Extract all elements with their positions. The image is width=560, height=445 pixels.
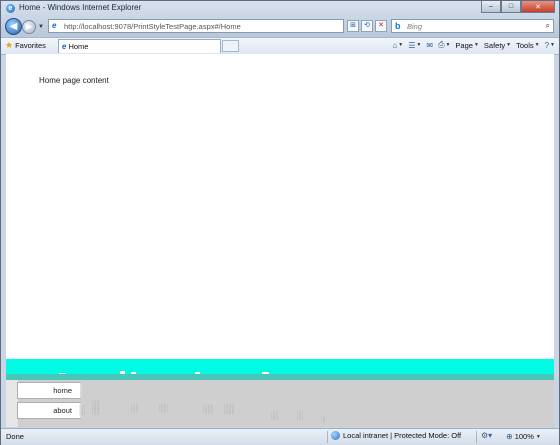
protected-mode-icon[interactable]: ⚙▾ bbox=[481, 431, 492, 440]
help-button[interactable]: ? ▼ bbox=[545, 41, 555, 50]
garbled-text-fragment: ┊┆┊┆┊┆┊ ┆┊┆┊┆┊┆ ┊┆┊┆┊┆┊ bbox=[203, 405, 214, 414]
stop-icon[interactable]: ✕ bbox=[375, 20, 387, 32]
menu-item-home[interactable]: home bbox=[17, 382, 82, 399]
page-content: Home page content home about ┆┊┆┊ ┊┆┊┆ ┆… bbox=[6, 54, 554, 427]
tools-menu[interactable]: Tools ▼ bbox=[516, 41, 539, 50]
refresh-icon[interactable]: ⟲ bbox=[361, 20, 373, 32]
globe-icon bbox=[331, 431, 340, 440]
feeds-button[interactable]: ☰ ▼ bbox=[408, 41, 421, 50]
menu-item-about[interactable]: about bbox=[17, 402, 82, 419]
zoom-level: 100% bbox=[514, 432, 534, 441]
status-bar: Done Local intranet | Protected Mode: Of… bbox=[1, 428, 559, 445]
zoom-icon: ⊕ bbox=[506, 432, 513, 441]
zoom-control[interactable]: ⊕ 100% ▼ bbox=[506, 432, 541, 441]
garbled-text-fragment: ┆┆┊┆┆ ┊┊┆┊┊ ┆┆┊┆┆ ┊┊┆┊┊ ┆┆┊┆┆ bbox=[92, 401, 100, 416]
back-button[interactable]: ◀ bbox=[5, 18, 22, 35]
garbled-text-fragment: ┆┊┆┊┆┊ ┊┆┊┆┊┆ ┆┊┆┊┆┊ bbox=[159, 404, 169, 413]
ie-page-icon: e bbox=[52, 21, 57, 30]
window-controls: – □ ✕ bbox=[481, 1, 555, 13]
garbled-text-fragment: ┆┊┆┊ ┊┆┊┆ ┆┊┆┊ ┊┆┊┆ bbox=[79, 405, 86, 417]
browser-window: e Home - Windows Internet Explorer – □ ✕… bbox=[0, 0, 560, 445]
print-button[interactable]: ⎙ ▼ bbox=[438, 40, 450, 50]
address-buttons: ⊞ ⟲ ✕ bbox=[347, 20, 387, 32]
navigation-bar: ◀ ▶ ▼ e http://localhost:9078/PrintStyle… bbox=[1, 16, 559, 37]
bing-icon: b bbox=[395, 21, 401, 31]
favorites-button[interactable]: ★ Favorites bbox=[5, 40, 46, 50]
minimize-button[interactable]: – bbox=[481, 1, 501, 13]
search-input[interactable]: Bing bbox=[407, 22, 422, 31]
status-text: Done bbox=[6, 432, 24, 441]
tab-label: Home bbox=[68, 42, 89, 51]
ie-app-icon: e bbox=[6, 4, 15, 13]
ie-page-icon: e bbox=[62, 42, 67, 51]
star-icon: ★ bbox=[5, 40, 14, 50]
mail-button[interactable]: ✉ bbox=[426, 41, 433, 50]
close-button[interactable]: ✕ bbox=[521, 1, 555, 13]
status-divider bbox=[327, 431, 328, 443]
menu-item-label: home bbox=[53, 386, 72, 395]
new-tab-button[interactable] bbox=[222, 40, 239, 52]
command-bar: ⌂ ▼ ☰ ▼ ✉ ⎙ ▼ Page ▼ Safety ▼ Tools ▼ ? ▼ bbox=[392, 40, 555, 50]
search-icon[interactable]: ⌕ bbox=[546, 21, 550, 31]
garbled-text-fragment: ┆┊┆┊┆ ┊┆┊┆┊ ┆┊┆┊┆ bbox=[271, 411, 279, 420]
help-icon: ? bbox=[544, 40, 550, 50]
recent-pages-dropdown-icon[interactable]: ▼ bbox=[38, 24, 44, 30]
compatibility-view-icon[interactable]: ⊞ bbox=[347, 20, 359, 32]
favorites-label: Favorites bbox=[15, 40, 46, 50]
mail-icon: ✉ bbox=[426, 40, 434, 50]
search-box[interactable]: b Bing ⌕ bbox=[391, 19, 554, 33]
forward-button[interactable]: ▶ bbox=[22, 20, 36, 34]
tab-home[interactable]: e Home bbox=[58, 39, 221, 53]
zone-text: Local intranet | Protected Mode: Off bbox=[343, 431, 462, 440]
safety-menu[interactable]: Safety ▼ bbox=[484, 41, 511, 50]
garbled-text-fragment: ┊┆┊┆ ┆┊┆┊ ┊┆┊┆ bbox=[297, 411, 304, 420]
security-zone[interactable]: Local intranet | Protected Mode: Off bbox=[331, 431, 461, 440]
garbled-text-fragment: ┆┊┆ ┊┆┊ bbox=[321, 417, 326, 423]
page-menu-label: Page bbox=[455, 40, 473, 50]
maximize-button[interactable]: □ bbox=[501, 1, 521, 13]
home-icon: ⌂ bbox=[392, 40, 398, 50]
print-icon: ⎙ bbox=[438, 40, 445, 49]
feeds-icon: ☰ bbox=[408, 40, 416, 50]
window-title: Home - Windows Internet Explorer bbox=[19, 3, 142, 12]
gray-footer-region bbox=[6, 380, 554, 427]
menu-item-label: about bbox=[53, 406, 72, 415]
address-bar[interactable]: e http://localhost:9078/PrintStyleTestPa… bbox=[48, 19, 344, 33]
favorites-bar: ★ Favorites e Home ⌂▼ ☰▼ ✉ ⎙▼ Page▼ bbox=[1, 37, 559, 55]
home-page-text: Home page content bbox=[39, 76, 109, 85]
address-input[interactable]: http://localhost:9078/PrintStyleTestPage… bbox=[64, 22, 241, 31]
tools-menu-label: Tools bbox=[516, 40, 534, 50]
home-button[interactable]: ⌂ ▼ bbox=[392, 41, 403, 50]
safety-menu-label: Safety bbox=[483, 40, 506, 50]
title-bar: e Home - Windows Internet Explorer – □ ✕ bbox=[1, 1, 559, 16]
status-divider bbox=[476, 431, 477, 443]
page-menu[interactable]: Page ▼ bbox=[455, 41, 478, 50]
garbled-text-fragment: ┊┆┊┆┊ ┆┊┆┊┆ ┊┆┊┆┊ bbox=[131, 404, 139, 413]
garbled-text-fragment: ┆┊┆┊┆┊┆ ┊┆┊┆┊┆┊ ┆┊┆┊┆┊┆ ┊┆┊┆┊┆┊ bbox=[224, 404, 235, 416]
